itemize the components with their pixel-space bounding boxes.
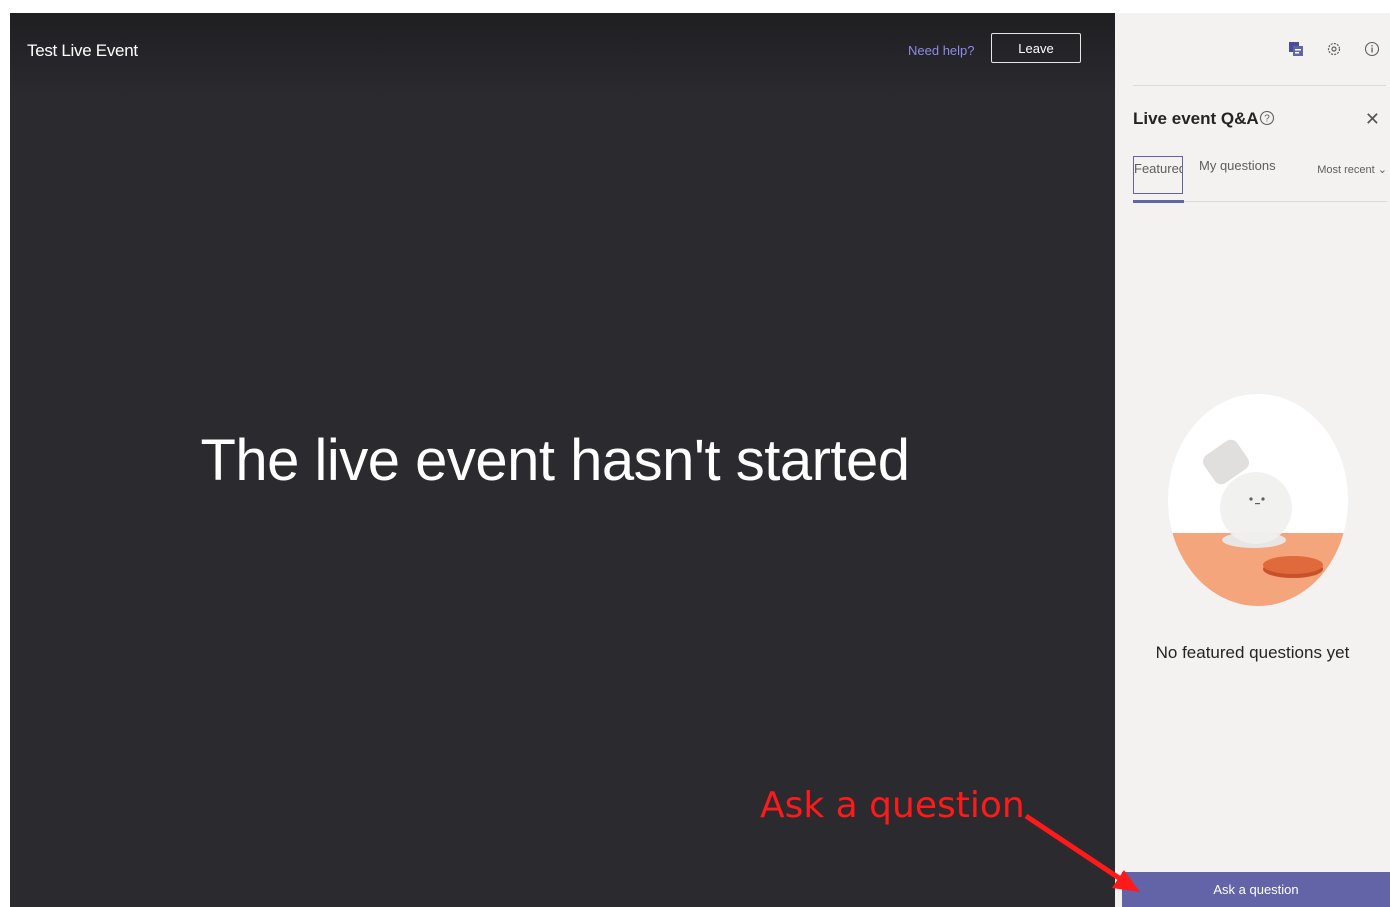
annotation-arrow-icon bbox=[1024, 813, 1140, 892]
help-icon[interactable]: ? bbox=[1259, 110, 1275, 131]
close-icon[interactable]: ✕ bbox=[1365, 109, 1380, 130]
chevron-down-icon: ⌄ bbox=[1377, 164, 1387, 176]
svg-text:?: ? bbox=[1264, 114, 1270, 125]
annotation-label: Ask a question bbox=[760, 785, 1025, 826]
qa-tabs: Featured My questions Most recent ⌄ bbox=[1133, 156, 1387, 203]
qa-panel: Live event Q&A ? ✕ Featured My questions… bbox=[1115, 13, 1390, 907]
empty-state-message: No featured questions yet bbox=[1155, 643, 1350, 662]
panel-divider bbox=[1133, 85, 1386, 86]
leave-button[interactable]: Leave bbox=[991, 33, 1081, 63]
video-stage: Test Live Event Need help? Leave The liv… bbox=[10, 13, 1115, 907]
event-status-message: The live event hasn't started bbox=[200, 428, 910, 493]
need-help-link[interactable]: Need help? bbox=[908, 43, 975, 58]
panel-toolbar bbox=[1286, 39, 1382, 59]
tab-featured[interactable]: Featured bbox=[1133, 156, 1183, 194]
ask-question-button[interactable]: Ask a question bbox=[1122, 872, 1390, 907]
tab-my-questions[interactable]: My questions bbox=[1199, 158, 1276, 173]
stage-header: Test Live Event Need help? Leave bbox=[10, 13, 1115, 97]
settings-icon[interactable] bbox=[1324, 39, 1344, 59]
qa-panel-title: Live event Q&A bbox=[1133, 109, 1259, 128]
sort-dropdown[interactable]: Most recent ⌄ bbox=[1317, 163, 1387, 176]
event-title: Test Live Event bbox=[27, 41, 138, 60]
qa-icon[interactable] bbox=[1286, 39, 1306, 59]
sort-label: Most recent bbox=[1317, 164, 1375, 176]
empty-jar-illustration bbox=[1166, 393, 1350, 612]
info-icon[interactable] bbox=[1362, 39, 1382, 59]
active-tab-indicator bbox=[1133, 200, 1184, 203]
